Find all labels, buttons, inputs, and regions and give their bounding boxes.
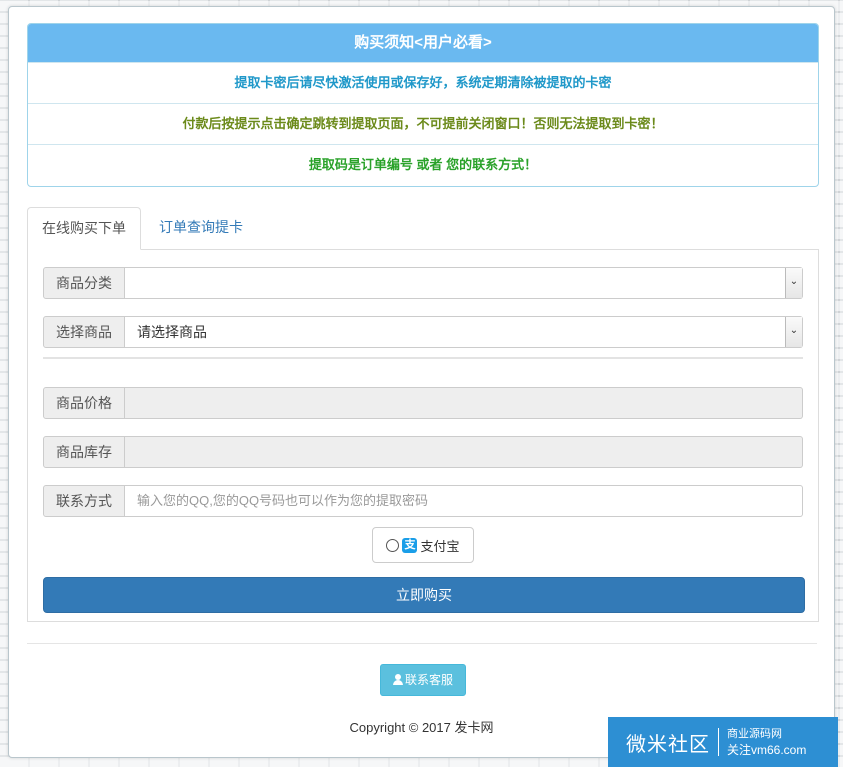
notice-title: 购买须知<用户必看> xyxy=(28,24,818,62)
contact-support-button[interactable]: 联系客服 xyxy=(380,664,466,696)
contact-support-label: 联系客服 xyxy=(404,673,453,687)
main-card: 购买须知<用户必看> 提取卡密后请尽快激活使用或保存好，系统定期清除被提取的卡密… xyxy=(8,6,835,758)
form-divider xyxy=(43,357,803,359)
footer-divider xyxy=(27,643,817,644)
purchase-notice-panel: 购买须知<用户必看> 提取卡密后请尽快激活使用或保存好，系统定期清除被提取的卡密… xyxy=(27,23,819,187)
category-label: 商品分类 xyxy=(43,267,125,299)
watermark-logo: 微米社区 商业源码网 关注vm66.com xyxy=(608,717,838,767)
contact-group: 联系方式 输入您的QQ,您的QQ号码也可以作为您的提取密码 xyxy=(43,485,803,517)
product-value: 请选择商品 xyxy=(137,324,207,340)
buy-form-panel: 商品分类 ⌄ 选择商品 请选择商品 ⌄ 商品价格 商品库存 联系方式 输入您的Q… xyxy=(27,249,819,622)
watermark-line1: 商业源码网 xyxy=(727,727,782,740)
buy-now-button[interactable]: 立即购买 xyxy=(43,577,805,613)
category-group: 商品分类 ⌄ xyxy=(43,267,803,299)
stock-label: 商品库存 xyxy=(43,436,125,468)
notice-row-2: 付款后按提示点击确定跳转到提取页面，不可提前关闭窗口！否则无法提取到卡密！ xyxy=(28,103,818,144)
chevron-down-icon: ⌄ xyxy=(785,317,802,347)
price-group: 商品价格 xyxy=(43,387,803,419)
radio-button[interactable] xyxy=(386,538,400,552)
chevron-down-icon: ⌄ xyxy=(785,268,802,298)
contact-input[interactable]: 输入您的QQ,您的QQ号码也可以作为您的提取密码 xyxy=(125,485,803,517)
user-icon xyxy=(392,674,403,685)
alipay-option[interactable]: 支 支付宝 xyxy=(372,527,474,563)
stock-field xyxy=(125,436,803,468)
watermark-line2: 关注vm66.com xyxy=(727,742,807,757)
category-select[interactable]: ⌄ xyxy=(125,267,803,299)
watermark-sub: 商业源码网 关注vm66.com xyxy=(727,727,806,758)
watermark-separator xyxy=(718,728,719,756)
product-select[interactable]: 请选择商品 ⌄ xyxy=(125,316,803,348)
alipay-icon: 支 xyxy=(402,537,418,553)
alipay-label: 支付宝 xyxy=(420,538,460,554)
product-label: 选择商品 xyxy=(43,316,125,348)
tab-bar: 在线购买下单 订单查询提卡 xyxy=(27,207,819,250)
tab-order-query[interactable]: 订单查询提卡 xyxy=(145,207,257,248)
price-field xyxy=(125,387,803,419)
notice-row-1: 提取卡密后请尽快激活使用或保存好，系统定期清除被提取的卡密 xyxy=(28,62,818,103)
tab-online-buy[interactable]: 在线购买下单 xyxy=(27,207,141,250)
notice-row-3: 提取码是订单编号 或者 您的联系方式！ xyxy=(28,144,818,185)
price-label: 商品价格 xyxy=(43,387,125,419)
product-group: 选择商品 请选择商品 ⌄ xyxy=(43,316,803,348)
contact-label: 联系方式 xyxy=(43,485,125,517)
watermark-main-text: 微米社区 xyxy=(626,733,710,756)
stock-group: 商品库存 xyxy=(43,436,803,468)
